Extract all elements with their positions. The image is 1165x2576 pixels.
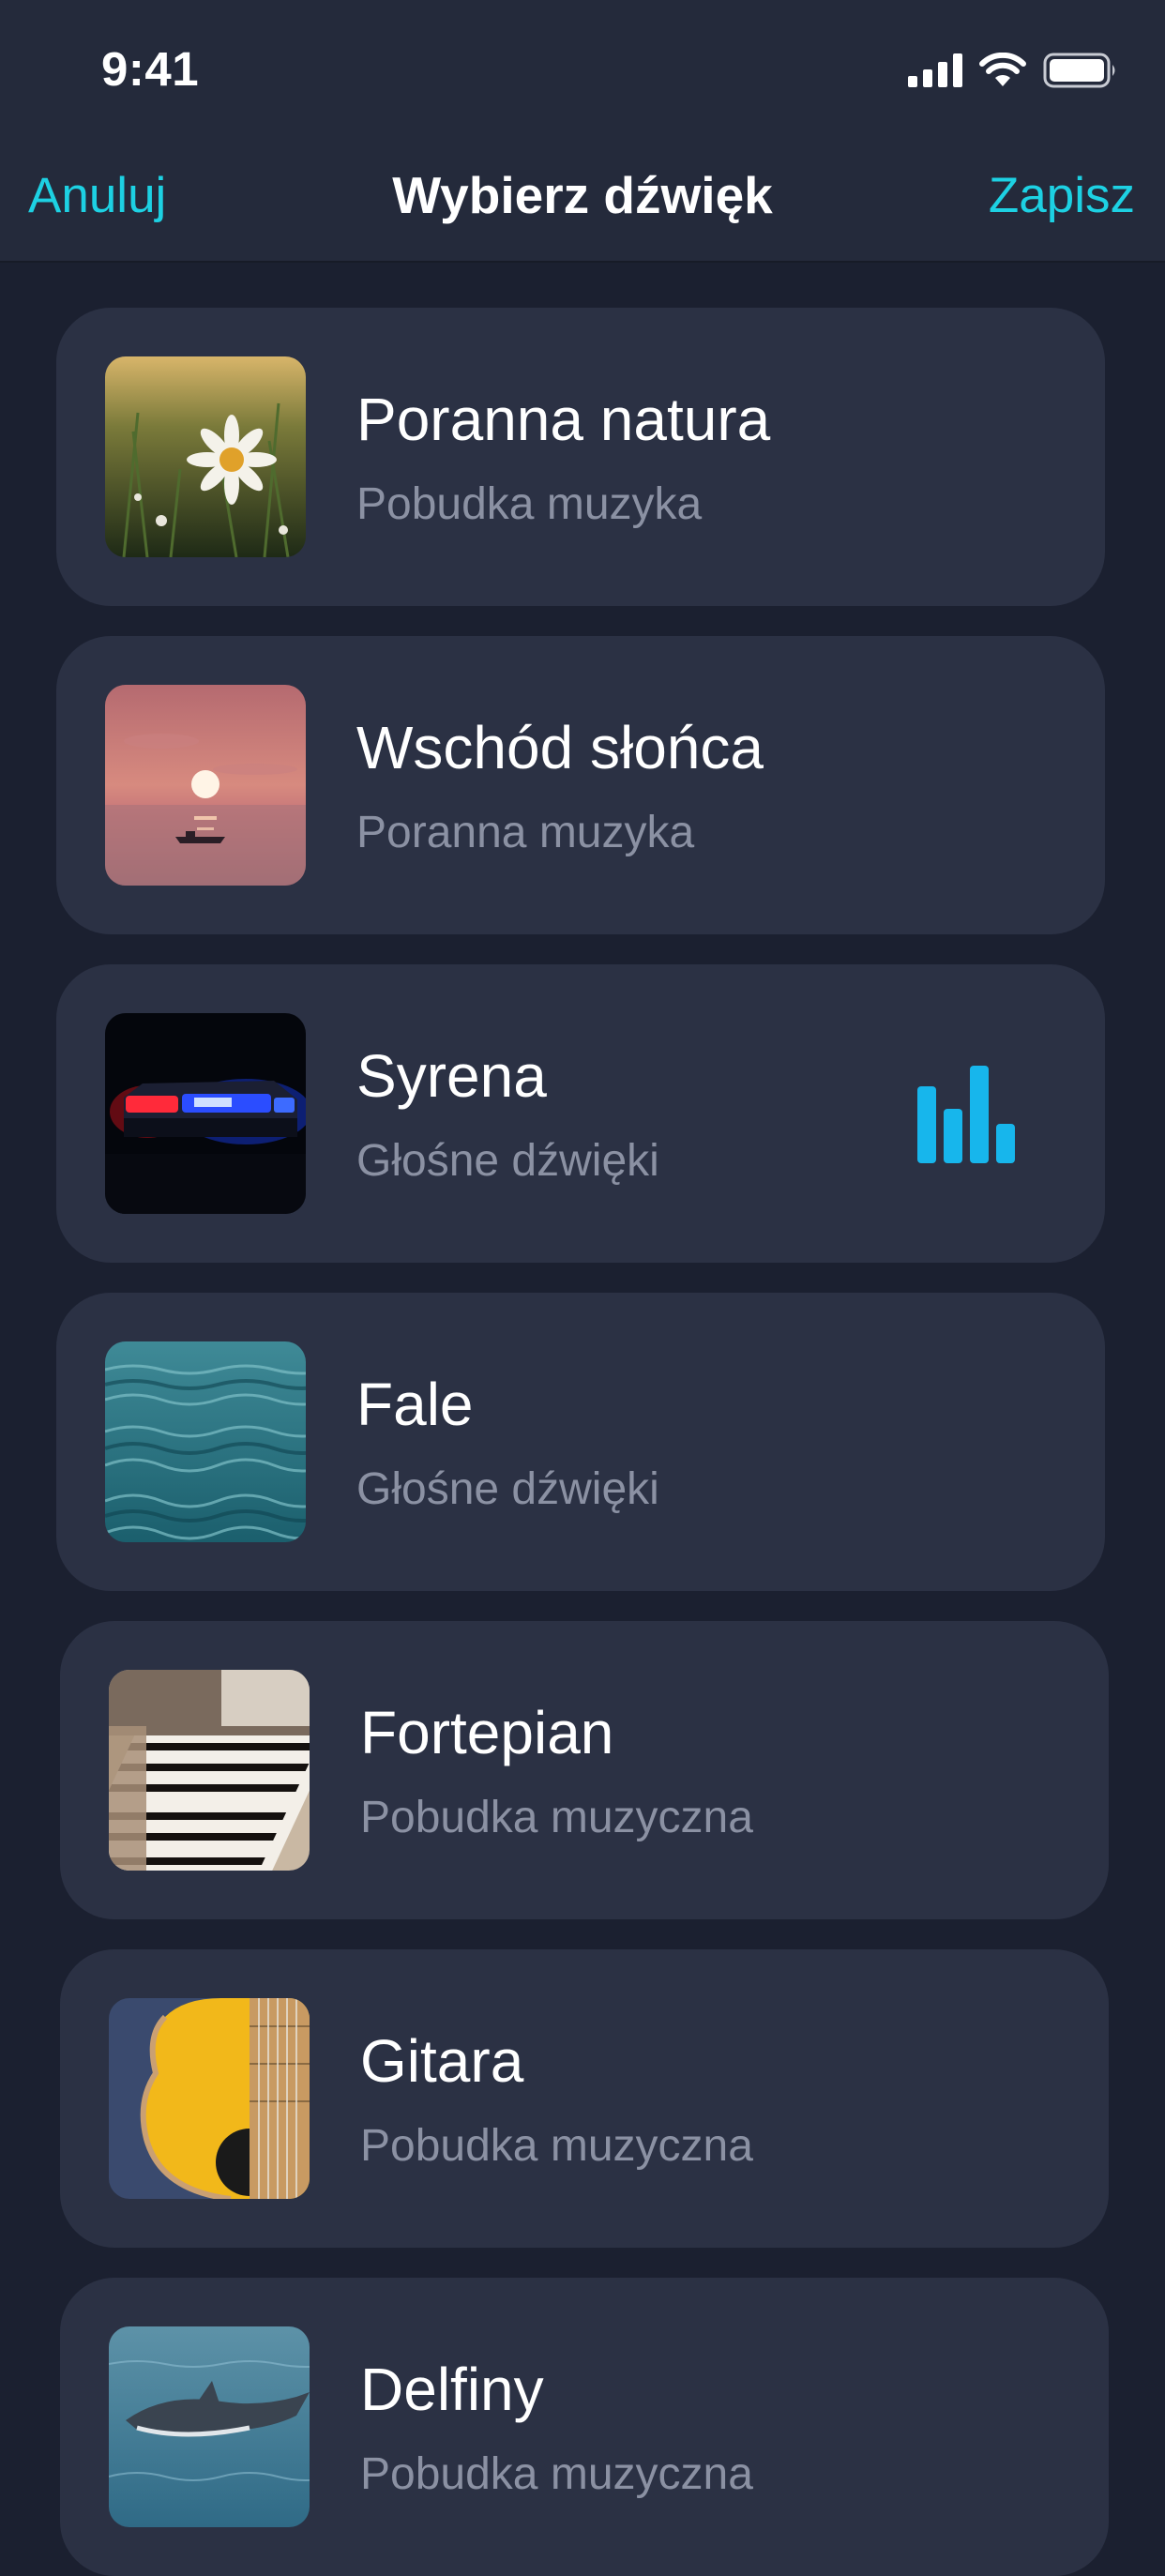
sound-subtitle: Poranna muzyka xyxy=(356,808,695,857)
playing-bars-icon xyxy=(917,1066,1015,1163)
ocean-waves-image xyxy=(105,1341,306,1542)
cellular-signal-icon xyxy=(908,53,962,87)
status-icons xyxy=(908,53,1118,88)
wifi-icon xyxy=(979,53,1026,86)
status-bar: 9:41 xyxy=(0,0,1165,141)
sound-title: Fortepian xyxy=(360,1699,614,1766)
sound-title: Delfiny xyxy=(360,2356,544,2423)
navigation-bar: Anuluj Wybierz dźwięk Zapisz xyxy=(0,141,1165,263)
sound-item-wschod-slonca[interactable]: Wschód słońca Poranna muzyka xyxy=(56,636,1105,934)
sound-subtitle: Pobudka muzyczna xyxy=(360,1793,753,1842)
sunrise-sea-image xyxy=(105,685,306,886)
sound-item-fortepian[interactable]: Fortepian Pobudka muzyczna xyxy=(60,1621,1109,1919)
acoustic-guitar-image xyxy=(109,1998,310,2199)
sound-title: Wschód słońca xyxy=(356,714,764,781)
sound-item-delfiny[interactable]: Delfiny Pobudka muzyczna xyxy=(60,2278,1109,2576)
sound-item-fale[interactable]: Fale Głośne dźwięki xyxy=(56,1293,1105,1591)
sound-title: Fale xyxy=(356,1371,474,1438)
battery-icon xyxy=(1043,53,1115,88)
sound-title: Poranna natura xyxy=(356,386,771,453)
dolphin-image xyxy=(109,2326,310,2527)
sound-title: Syrena xyxy=(356,1042,547,1110)
sound-subtitle: Pobudka muzyczna xyxy=(360,2449,753,2499)
daisy-field-image xyxy=(105,356,306,557)
sound-subtitle: Pobudka muzyka xyxy=(356,479,703,529)
sound-item-gitara[interactable]: Gitara Pobudka muzyczna xyxy=(60,1949,1109,2248)
sound-subtitle: Głośne dźwięki xyxy=(356,1464,659,1514)
piano-keys-image xyxy=(109,1670,310,1871)
status-time: 9:41 xyxy=(101,42,200,96)
save-button[interactable]: Zapisz xyxy=(989,167,1135,224)
sound-subtitle: Głośne dźwięki xyxy=(356,1136,659,1186)
sound-item-syrena[interactable]: Syrena Głośne dźwięki xyxy=(56,964,1105,1263)
sound-subtitle: Pobudka muzyczna xyxy=(360,2121,753,2171)
police-siren-image xyxy=(105,1013,306,1214)
sound-item-poranna-natura[interactable]: Poranna natura Pobudka muzyka xyxy=(56,308,1105,606)
sound-title: Gitara xyxy=(360,2027,524,2095)
